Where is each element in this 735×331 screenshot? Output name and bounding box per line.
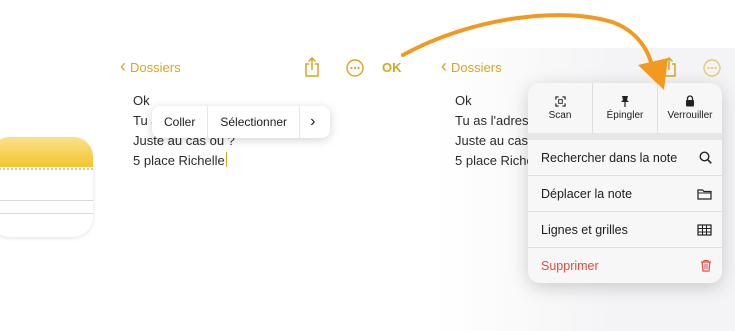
menu-item-label: Supprimer [541, 258, 599, 273]
notes-app-icon [0, 137, 93, 237]
lock-button[interactable]: Verrouiller [658, 83, 722, 133]
context-menu-actions: Scan Épingler Verrouiller [528, 83, 722, 140]
edit-popover: Coller Sélectionner › [152, 106, 330, 138]
pin-icon [621, 96, 629, 107]
search-icon [699, 151, 712, 164]
grid-icon [697, 223, 712, 236]
note-line: 5 place Richelle [133, 151, 235, 171]
lock-icon [686, 95, 694, 107]
text-cursor [225, 152, 228, 167]
paste-button[interactable]: Coller [152, 106, 209, 138]
scan-label: Scan [548, 109, 572, 121]
note-line: Ok [455, 93, 472, 108]
menu-item-move-note[interactable]: Déplacer la note [528, 176, 722, 212]
chevron-left-icon: ‹ [441, 56, 447, 76]
share-icon[interactable] [659, 57, 679, 77]
more-options-icon[interactable] [345, 58, 365, 78]
back-label: Dossiers [130, 59, 181, 75]
menu-item-label: Lignes et grilles [541, 222, 628, 237]
chevron-left-icon: ‹ [120, 56, 126, 76]
back-label: Dossiers [451, 59, 502, 75]
folder-icon [697, 188, 712, 200]
lock-label: Verrouiller [667, 110, 713, 121]
context-menu: Scan Épingler Verrouiller Rechercher dan… [528, 83, 722, 283]
chevron-right-icon[interactable]: › [300, 106, 325, 138]
pin-button[interactable]: Épingler [593, 83, 658, 133]
note-body-right[interactable]: Ok Tu as l'adres Juste au cas 5 place Ri… [455, 91, 530, 171]
share-icon[interactable] [302, 57, 322, 77]
note-line: 5 place Richelle [455, 153, 530, 168]
scan-icon [554, 95, 566, 107]
back-button-dossiers-right[interactable]: ‹ Dossiers [441, 56, 502, 76]
menu-item-label: Déplacer la note [541, 186, 633, 201]
more-options-icon[interactable] [702, 58, 722, 78]
note-line: Juste au cas [455, 133, 528, 148]
pin-label: Épingler [606, 110, 644, 121]
menu-item-delete[interactable]: Supprimer [528, 248, 722, 283]
back-button-dossiers[interactable]: ‹ Dossiers [120, 56, 181, 76]
menu-item-lines-grids[interactable]: Lignes et grilles [528, 212, 722, 248]
scan-button[interactable]: Scan [528, 83, 593, 133]
menu-item-label: Rechercher dans la note [541, 150, 678, 165]
trash-icon [701, 259, 711, 272]
menu-item-search-in-note[interactable]: Rechercher dans la note [528, 140, 722, 176]
ok-button[interactable]: OK [382, 60, 402, 75]
note-line: Tu as l'adres [455, 113, 529, 128]
select-button[interactable]: Sélectionner [208, 106, 301, 138]
